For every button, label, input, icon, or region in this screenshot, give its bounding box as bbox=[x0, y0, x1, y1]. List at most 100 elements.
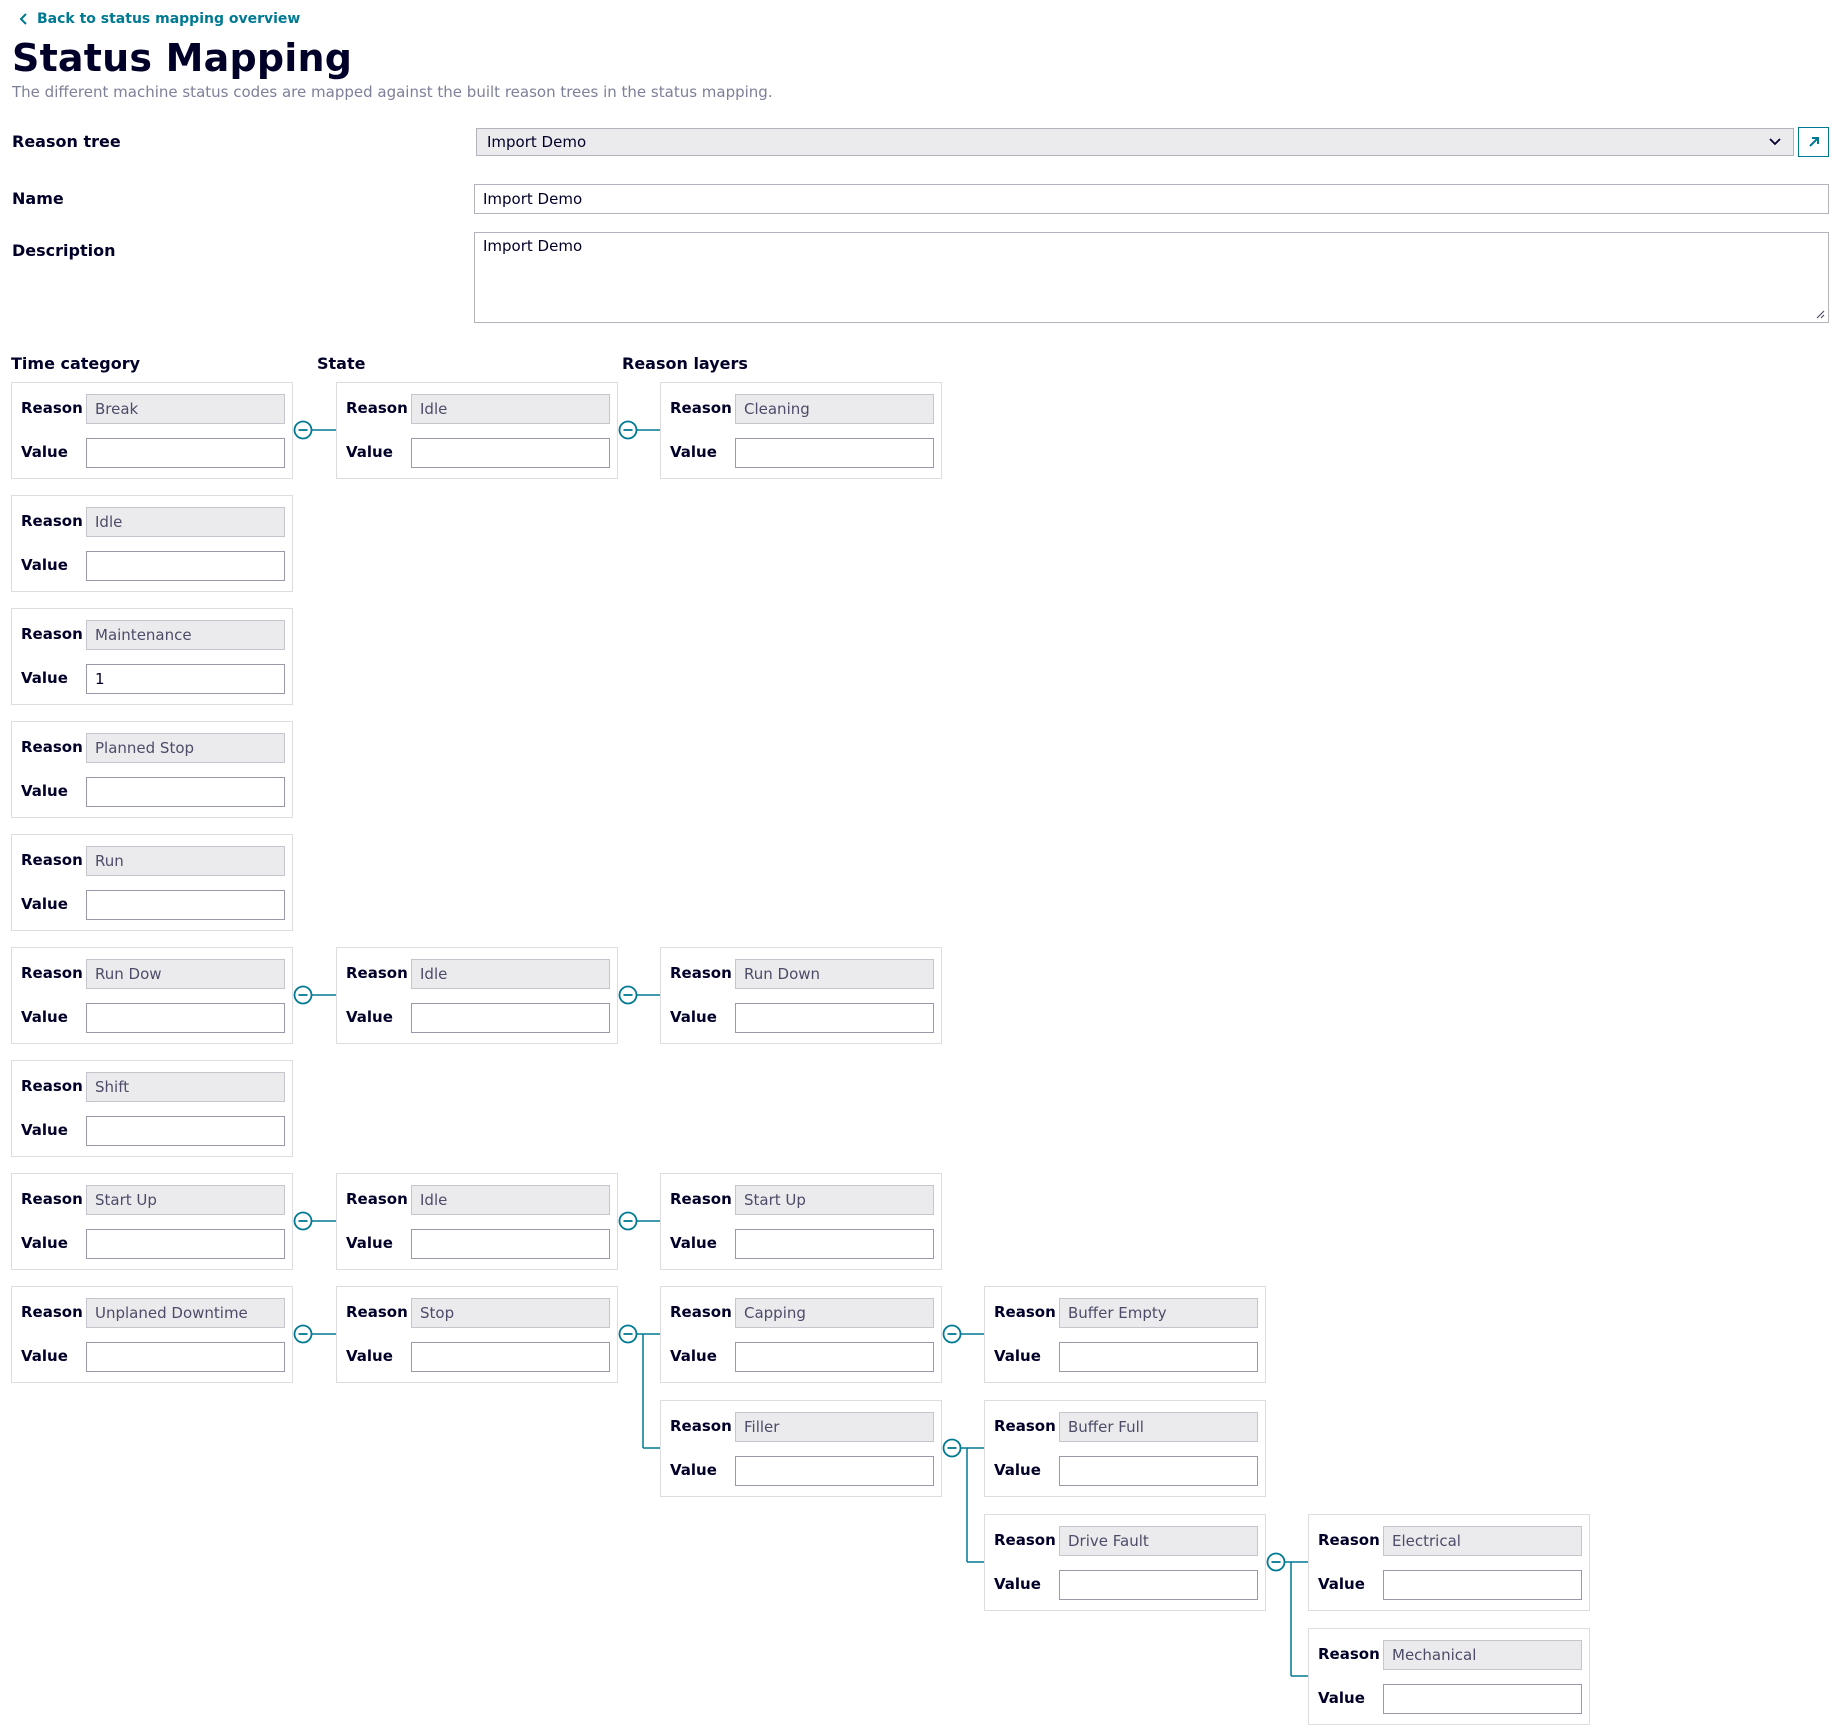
reason-field: Planned Stop bbox=[86, 733, 285, 763]
reason-field: Start Up bbox=[86, 1185, 285, 1215]
value-input[interactable] bbox=[411, 1003, 610, 1033]
reason-label: Reason bbox=[21, 399, 83, 417]
value-label: Value bbox=[346, 443, 393, 461]
value-input[interactable] bbox=[1059, 1570, 1258, 1600]
value-input[interactable] bbox=[1059, 1456, 1258, 1486]
value-label: Value bbox=[670, 1347, 717, 1365]
mapping-card: Reason Cleaning Value bbox=[660, 382, 942, 479]
reason-field: Idle bbox=[411, 394, 610, 424]
reason-field: Run Down bbox=[735, 959, 934, 989]
reason-field: Buffer Empty bbox=[1059, 1298, 1258, 1328]
value-label: Value bbox=[670, 1234, 717, 1252]
value-input[interactable] bbox=[411, 1342, 610, 1372]
reason-label: Reason bbox=[670, 964, 732, 982]
mapping-card: Reason Shift Value bbox=[11, 1060, 293, 1157]
value-label: Value bbox=[21, 1121, 68, 1139]
reason-field: Maintenance bbox=[86, 620, 285, 650]
reason-field: Filler bbox=[735, 1412, 934, 1442]
mapping-card: Reason Unplaned Downtime Value bbox=[11, 1286, 293, 1383]
reason-label: Reason bbox=[21, 964, 83, 982]
value-label: Value bbox=[994, 1461, 1041, 1479]
minus-circle-icon[interactable] bbox=[942, 1438, 962, 1458]
value-label: Value bbox=[1318, 1575, 1365, 1593]
value-input[interactable] bbox=[86, 1229, 285, 1259]
value-input[interactable] bbox=[735, 1229, 934, 1259]
mapping-card: Reason Maintenance Value bbox=[11, 608, 293, 705]
reason-field: Run bbox=[86, 846, 285, 876]
value-input[interactable] bbox=[86, 664, 285, 694]
minus-circle-icon[interactable] bbox=[618, 1324, 638, 1344]
mapping-card: Reason Buffer Empty Value bbox=[984, 1286, 1266, 1383]
value-label: Value bbox=[21, 895, 68, 913]
reason-label: Reason bbox=[21, 738, 83, 756]
minus-circle-icon[interactable] bbox=[618, 985, 638, 1005]
value-input[interactable] bbox=[86, 777, 285, 807]
value-input[interactable] bbox=[735, 1342, 934, 1372]
reason-label: Reason bbox=[670, 1303, 732, 1321]
minus-circle-icon[interactable] bbox=[293, 1324, 313, 1344]
value-label: Value bbox=[346, 1234, 393, 1252]
mapping-card: Reason Idle Value bbox=[11, 495, 293, 592]
value-input[interactable] bbox=[86, 1116, 285, 1146]
value-label: Value bbox=[21, 1008, 68, 1026]
minus-circle-icon[interactable] bbox=[942, 1324, 962, 1344]
value-label: Value bbox=[21, 1234, 68, 1252]
minus-circle-icon[interactable] bbox=[618, 420, 638, 440]
minus-circle-icon[interactable] bbox=[1266, 1552, 1286, 1572]
value-input[interactable] bbox=[86, 551, 285, 581]
value-label: Value bbox=[21, 669, 68, 687]
value-label: Value bbox=[21, 1347, 68, 1365]
value-input[interactable] bbox=[86, 438, 285, 468]
value-input[interactable] bbox=[411, 438, 610, 468]
reason-label: Reason bbox=[1318, 1645, 1380, 1663]
reason-label: Reason bbox=[670, 1417, 732, 1435]
reason-label: Reason bbox=[670, 399, 732, 417]
value-label: Value bbox=[21, 782, 68, 800]
value-input[interactable] bbox=[1059, 1342, 1258, 1372]
reason-label: Reason bbox=[994, 1531, 1056, 1549]
reason-label: Reason bbox=[346, 964, 408, 982]
mapping-card: Reason Planned Stop Value bbox=[11, 721, 293, 818]
mapping-card: Reason Run Value bbox=[11, 834, 293, 931]
value-label: Value bbox=[1318, 1689, 1365, 1707]
value-label: Value bbox=[670, 1008, 717, 1026]
value-input[interactable] bbox=[735, 1003, 934, 1033]
reason-field: Run Dow bbox=[86, 959, 285, 989]
reason-field: Idle bbox=[86, 507, 285, 537]
value-input[interactable] bbox=[86, 890, 285, 920]
mapping-card: Reason Break Value bbox=[11, 382, 293, 479]
value-input[interactable] bbox=[735, 438, 934, 468]
reason-field: Idle bbox=[411, 1185, 610, 1215]
mapping-card: Reason Idle Value bbox=[336, 1173, 618, 1270]
value-input[interactable] bbox=[1383, 1684, 1582, 1714]
value-input[interactable] bbox=[411, 1229, 610, 1259]
reason-field: Mechanical bbox=[1383, 1640, 1582, 1670]
reason-field: Idle bbox=[411, 959, 610, 989]
minus-circle-icon[interactable] bbox=[293, 420, 313, 440]
reason-label: Reason bbox=[21, 625, 83, 643]
mapping-card: Reason Run Dow Value bbox=[11, 947, 293, 1044]
value-label: Value bbox=[346, 1008, 393, 1026]
minus-circle-icon[interactable] bbox=[293, 1211, 313, 1231]
reason-label: Reason bbox=[21, 1190, 83, 1208]
minus-circle-icon[interactable] bbox=[293, 985, 313, 1005]
value-input[interactable] bbox=[735, 1456, 934, 1486]
reason-field: Break bbox=[86, 394, 285, 424]
reason-field: Cleaning bbox=[735, 394, 934, 424]
mapping-card: Reason Idle Value bbox=[336, 382, 618, 479]
reason-field: Stop bbox=[411, 1298, 610, 1328]
value-label: Value bbox=[670, 443, 717, 461]
reason-label: Reason bbox=[21, 1077, 83, 1095]
value-input[interactable] bbox=[86, 1342, 285, 1372]
value-input[interactable] bbox=[86, 1003, 285, 1033]
mapping-card: Reason Start Up Value bbox=[11, 1173, 293, 1270]
value-label: Value bbox=[670, 1461, 717, 1479]
reason-label: Reason bbox=[994, 1417, 1056, 1435]
minus-circle-icon[interactable] bbox=[618, 1211, 638, 1231]
reason-label: Reason bbox=[346, 1303, 408, 1321]
value-input[interactable] bbox=[1383, 1570, 1582, 1600]
reason-field: Unplaned Downtime bbox=[86, 1298, 285, 1328]
reason-field: Buffer Full bbox=[1059, 1412, 1258, 1442]
reason-field: Shift bbox=[86, 1072, 285, 1102]
mapping-card: Reason Drive Fault Value bbox=[984, 1514, 1266, 1611]
